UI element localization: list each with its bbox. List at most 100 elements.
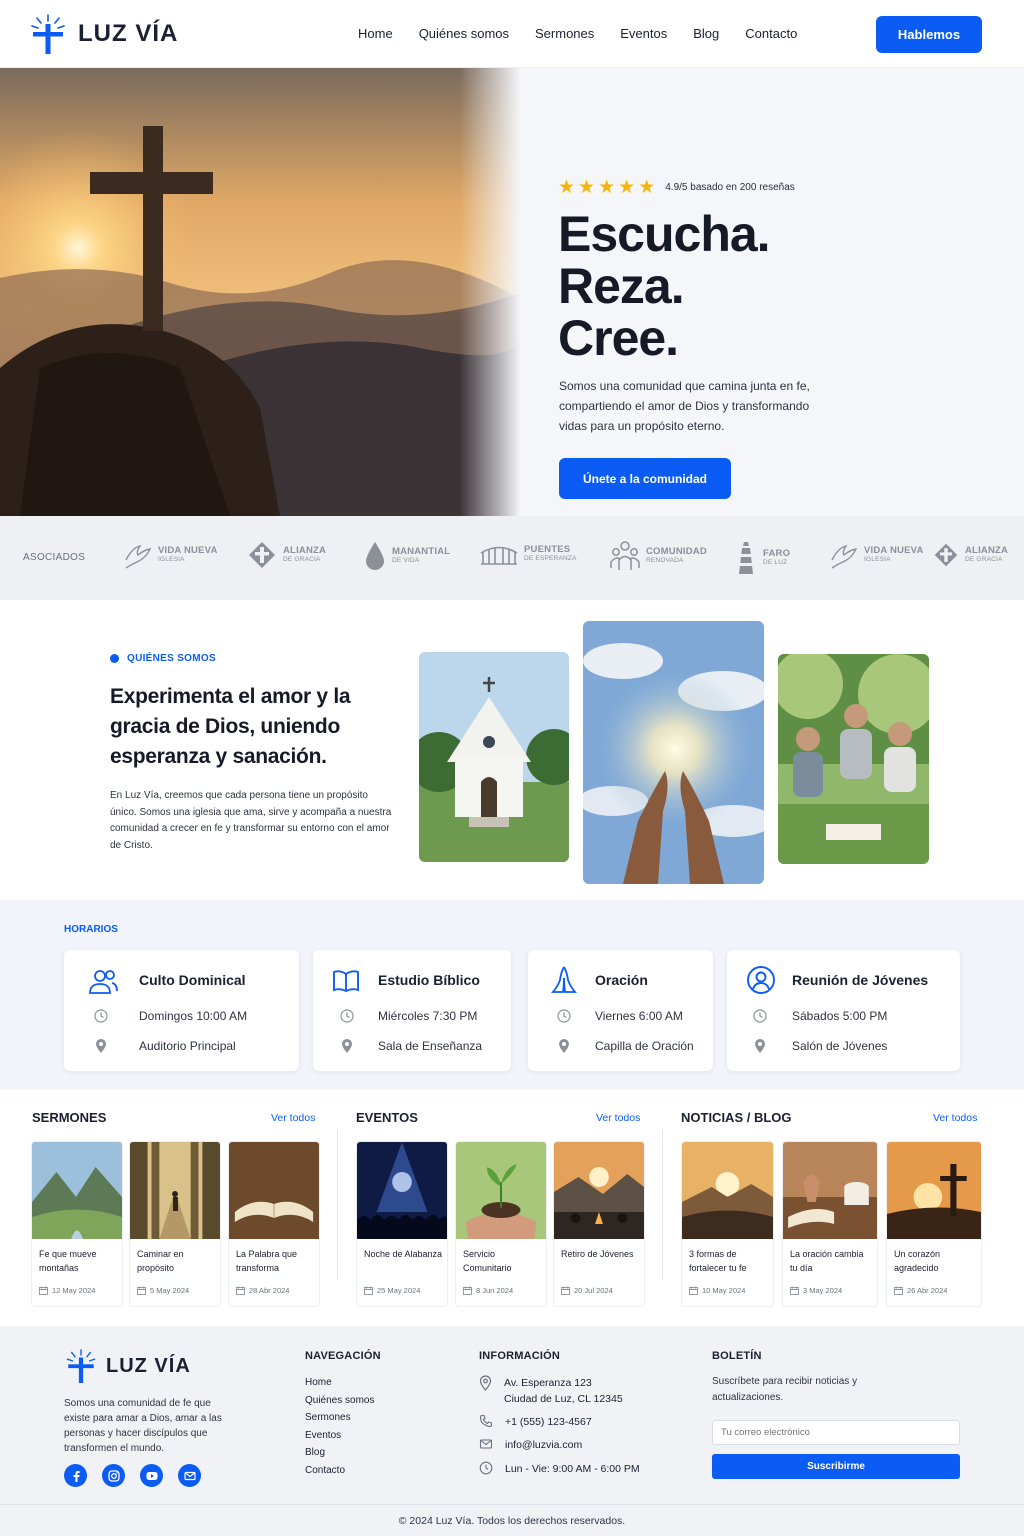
card-date: 12 May 2024 bbox=[39, 1286, 95, 1295]
nav-contacto[interactable]: Contacto bbox=[745, 26, 797, 41]
youtube-icon[interactable] bbox=[140, 1464, 163, 1487]
card-title: La Palabra que transforma bbox=[236, 1249, 298, 1273]
date-text: 26 Abr 2024 bbox=[907, 1286, 948, 1295]
footer-nav-eventos[interactable]: Eventos bbox=[305, 1429, 374, 1442]
footer-logo[interactable]: LUZ VÍA bbox=[64, 1348, 191, 1384]
hours-text: Lun - Vie: 9:00 AM - 6:00 PM bbox=[505, 1463, 640, 1475]
footer-phone: +1 (555) 123-4567 bbox=[479, 1414, 592, 1430]
about-text: En Luz Vía, creemos que cada persona tie… bbox=[110, 790, 392, 851]
card-title: Noche de Alabanza bbox=[364, 1249, 443, 1259]
sermon-card[interactable]: Caminar en propósito 5 May 2024 bbox=[129, 1141, 221, 1307]
footer-nav-contacto[interactable]: Contacto bbox=[305, 1464, 374, 1477]
sermon-card[interactable]: Fe que mueve montañas 12 May 2024 bbox=[31, 1141, 123, 1307]
card-date: 5 May 2024 bbox=[137, 1286, 189, 1295]
partner-name: COMUNIDAD bbox=[646, 546, 707, 557]
card-date: 8 Jun 2024 bbox=[463, 1286, 513, 1295]
partner-logo-alianza-2[interactable]: ALIANZA DE GRACIA bbox=[933, 540, 1008, 570]
partner-logo-comunidad[interactable]: COMUNIDAD RENOVADA bbox=[610, 540, 707, 572]
headline-line-1: Escucha. bbox=[558, 206, 771, 262]
nav-sermones[interactable]: Sermones bbox=[535, 26, 594, 41]
partner-logo-vida-nueva[interactable]: VIDA NUEVA IGLESIA bbox=[122, 540, 218, 570]
footer-nav-home[interactable]: Home bbox=[305, 1376, 374, 1389]
clock-icon bbox=[479, 1461, 493, 1475]
card-title: Reunión de Jóvenes bbox=[792, 972, 929, 988]
card-title: Caminar en propósito bbox=[137, 1249, 184, 1273]
partner-sub: DE GRACIA bbox=[283, 556, 321, 563]
footer-info-title: INFORMACIÓN bbox=[479, 1350, 561, 1362]
sermons-view-all-link[interactable]: Ver todos bbox=[271, 1112, 315, 1124]
people-icon bbox=[610, 541, 640, 570]
partner-name: VIDA NUEVA bbox=[158, 545, 218, 556]
partner-logo-manantial[interactable]: MANANTIAL DE VIDA bbox=[364, 540, 450, 572]
footer-nav-blog[interactable]: Blog bbox=[305, 1446, 374, 1459]
calendar-icon bbox=[236, 1286, 245, 1295]
partner-name: ALIANZA bbox=[283, 545, 327, 556]
schedule-card-estudio: Estudio Bíblico Miércoles 7:30 PM Sala d… bbox=[313, 950, 511, 1071]
partner-logo-faro[interactable]: FARO DE LUZ bbox=[735, 540, 790, 576]
user-circle-icon bbox=[747, 966, 775, 994]
nav-blog[interactable]: Blog bbox=[693, 26, 719, 41]
event-card[interactable]: Noche de Alabanza 25 May 2024 bbox=[356, 1141, 448, 1307]
cross-sunset-image bbox=[887, 1142, 981, 1239]
brand-logo[interactable]: LUZ VÍA bbox=[28, 13, 178, 55]
campfire-retreat-image bbox=[554, 1142, 644, 1239]
events-view-all-link[interactable]: Ver todos bbox=[596, 1112, 640, 1124]
dove-icon bbox=[125, 544, 152, 569]
footer-nav-quienes-somos[interactable]: Quiénes somos bbox=[305, 1394, 374, 1407]
partner-logo-puentes[interactable]: PUENTES DE ESPERANZA bbox=[480, 540, 577, 568]
subscribe-button[interactable]: Suscribirme bbox=[712, 1454, 960, 1479]
content-lists-section: SERMONES Ver todos Fe que mueve montañas… bbox=[0, 1090, 1024, 1326]
calendar-icon bbox=[790, 1286, 799, 1295]
partner-logo-alianza[interactable]: ALIANZA DE GRACIA bbox=[247, 540, 326, 570]
instagram-icon[interactable] bbox=[102, 1464, 125, 1487]
group-icon bbox=[89, 970, 118, 994]
calendar-icon bbox=[689, 1286, 698, 1295]
partner-sub: IGLESIA bbox=[158, 556, 185, 563]
blog-view-all-link[interactable]: Ver todos bbox=[933, 1112, 977, 1124]
clock-icon bbox=[557, 1009, 571, 1023]
event-card[interactable]: Servicio Comunitario 8 Jun 2024 bbox=[455, 1141, 547, 1307]
newsletter-email-input[interactable] bbox=[712, 1420, 960, 1445]
footer-email: info@luzvia.com bbox=[479, 1437, 582, 1453]
calendar-icon bbox=[364, 1286, 373, 1295]
nav-home[interactable]: Home bbox=[358, 26, 393, 41]
dove-icon bbox=[831, 544, 858, 569]
card-title: La oración cambia tu día bbox=[790, 1249, 864, 1273]
mail-icon[interactable] bbox=[178, 1464, 201, 1487]
phone-text[interactable]: +1 (555) 123-4567 bbox=[505, 1414, 592, 1430]
email-text[interactable]: info@luzvia.com bbox=[505, 1437, 582, 1453]
footer-description: Somos una comunidad de fe que existe par… bbox=[64, 1398, 222, 1454]
card-date: 3 May 2024 bbox=[790, 1286, 842, 1295]
drop-icon bbox=[366, 542, 384, 570]
footer-nav-sermones[interactable]: Sermones bbox=[305, 1411, 374, 1424]
nav-eventos[interactable]: Eventos bbox=[620, 26, 667, 41]
card-title: 3 formas de fortalecer tu fe bbox=[689, 1249, 747, 1273]
card-place: Salón de Jóvenes bbox=[792, 1039, 888, 1053]
partner-sub: RENOVADA bbox=[646, 557, 684, 564]
footer-address: Av. Esperanza 123 Ciudad de Luz, CL 12345 bbox=[479, 1375, 623, 1407]
blog-card[interactable]: 3 formas de fortalecer tu fe 10 May 2024 bbox=[681, 1141, 774, 1307]
event-card[interactable]: Retiro de Jóvenes 20 Jul 2024 bbox=[553, 1141, 645, 1307]
join-community-button[interactable]: Únete a la comunidad bbox=[559, 458, 731, 499]
card-time: Sábados 5:00 PM bbox=[792, 1009, 888, 1023]
partner-logo-vida-nueva-2[interactable]: VIDA NUEVA IGLESIA bbox=[828, 540, 924, 570]
light-cross-logo-icon bbox=[66, 1349, 96, 1383]
sermon-card[interactable]: La Palabra que transforma 28 Abr 2024 bbox=[228, 1141, 320, 1307]
about-title: Experimenta el amor y la gracia de Dios,… bbox=[110, 685, 351, 768]
calendar-icon bbox=[39, 1286, 48, 1295]
facebook-icon[interactable] bbox=[64, 1464, 87, 1487]
star-icon: ★ bbox=[638, 177, 656, 198]
copyright-text: © 2024 Luz Vía. Todos los derechos reser… bbox=[398, 1514, 626, 1527]
cross-sunset-hero-image bbox=[0, 68, 560, 516]
footer-brand-name: LUZ VÍA bbox=[106, 1354, 191, 1377]
about-kicker: QUIÉNES SOMOS bbox=[110, 653, 216, 664]
date-text: 8 Jun 2024 bbox=[476, 1286, 514, 1295]
hablemos-button[interactable]: Hablemos bbox=[876, 16, 982, 53]
copyright-bar: © 2024 Luz Vía. Todos los derechos reser… bbox=[0, 1504, 1024, 1536]
calendar-icon bbox=[137, 1286, 146, 1295]
blog-card[interactable]: La oración cambia tu día 3 May 2024 bbox=[782, 1141, 878, 1307]
nav-quienes-somos[interactable]: Quiénes somos bbox=[419, 26, 509, 41]
address-line-2: Ciudad de Luz, CL 12345 bbox=[504, 1393, 623, 1405]
blog-card[interactable]: Un corazón agradecido 26 Abr 2024 bbox=[886, 1141, 982, 1307]
blog-title: NOTICIAS / BLOG bbox=[681, 1110, 792, 1125]
